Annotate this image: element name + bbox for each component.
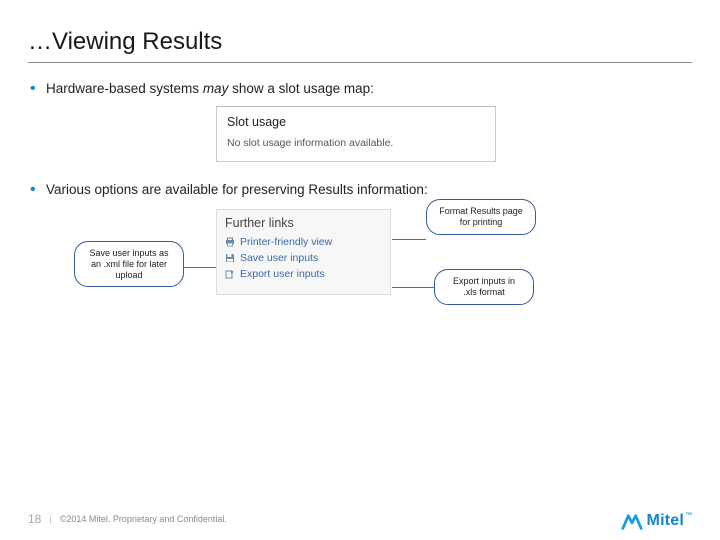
link-text: Printer-friendly view	[240, 236, 332, 248]
link-text: Export user inputs	[240, 268, 325, 280]
logo-tm: ™	[685, 512, 692, 519]
further-links-heading: Further links	[225, 216, 382, 230]
footer-copyright: ©2014 Mitel. Proprietary and Confidentia…	[60, 514, 227, 524]
logo-icon	[621, 512, 643, 530]
printer-icon	[225, 237, 235, 247]
slot-usage-panel: Slot usage No slot usage information ava…	[216, 106, 496, 162]
list-item: Export user inputs	[225, 268, 382, 280]
bullet-hardware-post: show a slot usage map:	[228, 81, 374, 96]
page-number: 18	[28, 512, 41, 526]
slide-content: Hardware-based systems may show a slot u…	[28, 63, 692, 339]
slide: …Viewing Results Hardware-based systems …	[0, 0, 720, 540]
connector-line	[184, 267, 216, 268]
callout-format: Format Results page for printing	[426, 199, 536, 235]
link-text: Save user inputs	[240, 252, 318, 264]
further-links-panel: Further links Printer-friendly view Save…	[216, 209, 391, 295]
bullet-hardware-may: may	[203, 81, 229, 96]
bullet-list: Hardware-based systems may show a slot u…	[28, 81, 692, 339]
brand-logo: Mitel™	[621, 512, 692, 530]
bullet-options-text: Various options are available for preser…	[46, 182, 428, 197]
page-title: …Viewing Results	[28, 28, 692, 63]
connector-line	[392, 239, 426, 240]
disk-icon	[225, 253, 235, 263]
figure-further-links: Further links Printer-friendly view Save…	[216, 209, 692, 339]
connector-line	[392, 287, 434, 288]
bullet-hardware-pre: Hardware-based systems	[46, 81, 203, 96]
footer-separator: |	[49, 514, 51, 524]
bullet-options: Various options are available for preser…	[28, 182, 692, 339]
list-item: Save user inputs	[225, 252, 382, 264]
bullet-hardware: Hardware-based systems may show a slot u…	[28, 81, 692, 162]
callout-export-xls: Export inputs in .xls format	[434, 269, 534, 305]
footer: 18 | ©2014 Mitel. Proprietary and Confid…	[28, 512, 227, 526]
callout-save-xml: Save user inputs as an .xml file for lat…	[74, 241, 184, 287]
logo-wordmark: Mitel™	[647, 512, 692, 530]
figure-slot-usage: Slot usage No slot usage information ava…	[216, 106, 692, 162]
logo-text: Mitel	[647, 512, 684, 529]
export-icon	[225, 269, 235, 279]
slot-usage-heading: Slot usage	[227, 115, 485, 129]
list-item: Printer-friendly view	[225, 236, 382, 248]
slot-usage-message: No slot usage information available.	[227, 137, 485, 149]
